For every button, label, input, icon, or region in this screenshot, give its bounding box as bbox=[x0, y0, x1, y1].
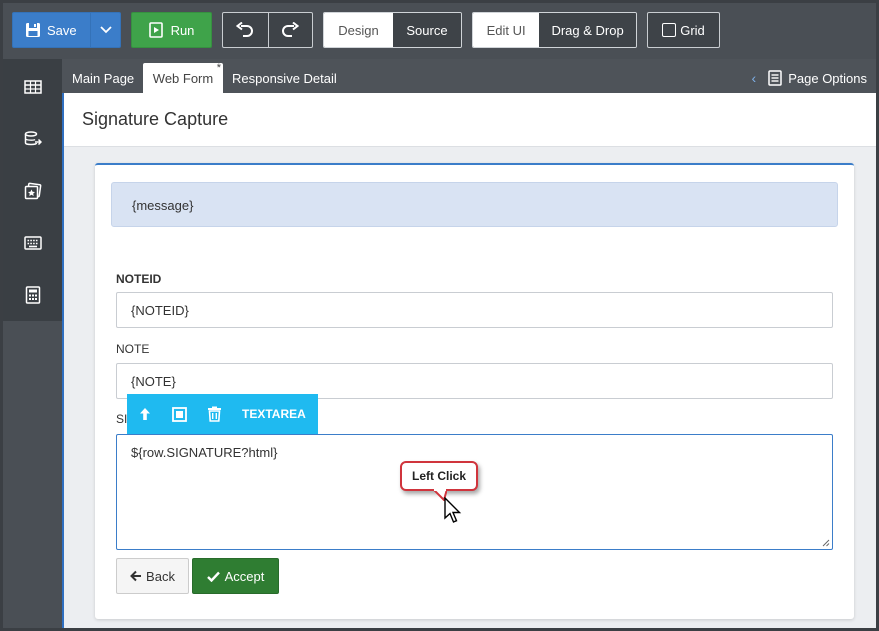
design-mode-button[interactable]: Design bbox=[324, 13, 393, 47]
page-options-label: Page Options bbox=[788, 70, 867, 86]
play-file-icon bbox=[148, 22, 163, 38]
form-panel: {message} NOTEID {NOTEID} NOTE {NOTE} SI… bbox=[95, 163, 854, 619]
sidebar-item-database[interactable] bbox=[3, 119, 62, 159]
unsaved-indicator: * bbox=[216, 62, 221, 74]
tab-main-page[interactable]: Main Page bbox=[72, 63, 134, 93]
sidebar-item-gallery[interactable] bbox=[3, 171, 62, 211]
signature-value: ${row.SIGNATURE?html} bbox=[131, 445, 278, 460]
grid-toggle[interactable]: Grid bbox=[647, 12, 720, 48]
select-box-icon bbox=[172, 406, 187, 422]
grid-checkbox[interactable] bbox=[662, 23, 677, 37]
undo-icon bbox=[236, 22, 254, 37]
redo-button[interactable] bbox=[267, 13, 313, 47]
run-button[interactable]: Run bbox=[131, 12, 212, 48]
mouse-pointer-icon bbox=[444, 497, 462, 523]
table-icon bbox=[23, 80, 42, 94]
page-header: Signature Capture bbox=[64, 93, 876, 147]
tab-responsive-detail[interactable]: Responsive Detail bbox=[232, 63, 337, 93]
keyboard-icon bbox=[23, 236, 42, 250]
accept-label: Accept bbox=[224, 568, 265, 584]
save-dropdown-button[interactable] bbox=[90, 13, 120, 47]
top-toolbar: Save Run Design Source Edit UI Drag & Dr… bbox=[3, 3, 876, 59]
signature-textarea[interactable]: ${row.SIGNATURE?html} bbox=[116, 434, 833, 550]
back-button[interactable]: Back bbox=[116, 558, 189, 594]
tab-web-form[interactable]: Web Form * bbox=[143, 62, 223, 93]
element-toolbar: TEXTAREA bbox=[127, 394, 318, 434]
view-mode-toggle: Design Source bbox=[323, 12, 462, 48]
arrow-left-icon bbox=[130, 570, 142, 582]
element-type-label: TEXTAREA bbox=[242, 407, 306, 421]
save-label: Save bbox=[47, 22, 77, 38]
page-options-icon bbox=[768, 70, 782, 86]
database-export-icon bbox=[24, 131, 42, 146]
undo-redo-group bbox=[222, 12, 313, 48]
resize-handle-icon[interactable] bbox=[822, 539, 830, 547]
checkmark-icon bbox=[206, 571, 220, 582]
page-options-button[interactable]: ‹ Page Options bbox=[752, 63, 867, 93]
signature-label: SI bbox=[116, 412, 128, 426]
sidebar-item-report[interactable] bbox=[3, 275, 62, 315]
chevron-left-icon: ‹ bbox=[751, 70, 757, 86]
message-alert[interactable]: {message} bbox=[111, 182, 838, 227]
left-click-callout: Left Click bbox=[400, 461, 478, 491]
back-label: Back bbox=[146, 568, 175, 584]
sidebar-item-form[interactable] bbox=[3, 223, 62, 263]
edit-mode-toggle: Edit UI Drag & Drop bbox=[472, 12, 637, 48]
save-button[interactable]: Save bbox=[12, 12, 121, 48]
source-mode-button[interactable]: Source bbox=[393, 13, 461, 47]
left-sidebar bbox=[3, 59, 62, 321]
trash-icon bbox=[208, 406, 221, 422]
select-element-button[interactable] bbox=[162, 394, 197, 434]
arrow-up-icon bbox=[139, 408, 150, 420]
tab-web-form-label: Web Form bbox=[152, 70, 214, 86]
select-parent-button[interactable] bbox=[127, 394, 162, 434]
edit-ui-button[interactable]: Edit UI bbox=[473, 13, 540, 47]
noteid-field[interactable]: {NOTEID} bbox=[116, 292, 833, 328]
note-label: NOTE bbox=[116, 342, 150, 356]
page-title: Signature Capture bbox=[82, 109, 229, 129]
delete-element-button[interactable] bbox=[197, 394, 232, 434]
chevron-down-icon bbox=[99, 26, 112, 34]
redo-icon bbox=[282, 22, 300, 37]
noteid-label: NOTEID bbox=[116, 272, 162, 286]
sidebar-item-table[interactable] bbox=[3, 67, 62, 107]
design-canvas: Signature Capture {message} NOTEID {NOTE… bbox=[62, 93, 876, 628]
page-tab-bar: Main Page Web Form * Responsive Detail ‹… bbox=[62, 59, 876, 93]
app-window: Save Run Design Source Edit UI Drag & Dr… bbox=[0, 0, 879, 631]
floppy-disk-icon bbox=[26, 23, 40, 37]
accept-button[interactable]: Accept bbox=[192, 558, 279, 594]
undo-button[interactable] bbox=[223, 13, 268, 47]
gallery-icon bbox=[24, 182, 41, 200]
run-label: Run bbox=[170, 22, 195, 38]
drag-drop-button[interactable]: Drag & Drop bbox=[539, 13, 636, 47]
calculator-icon bbox=[25, 286, 40, 304]
grid-label: Grid bbox=[680, 22, 705, 38]
